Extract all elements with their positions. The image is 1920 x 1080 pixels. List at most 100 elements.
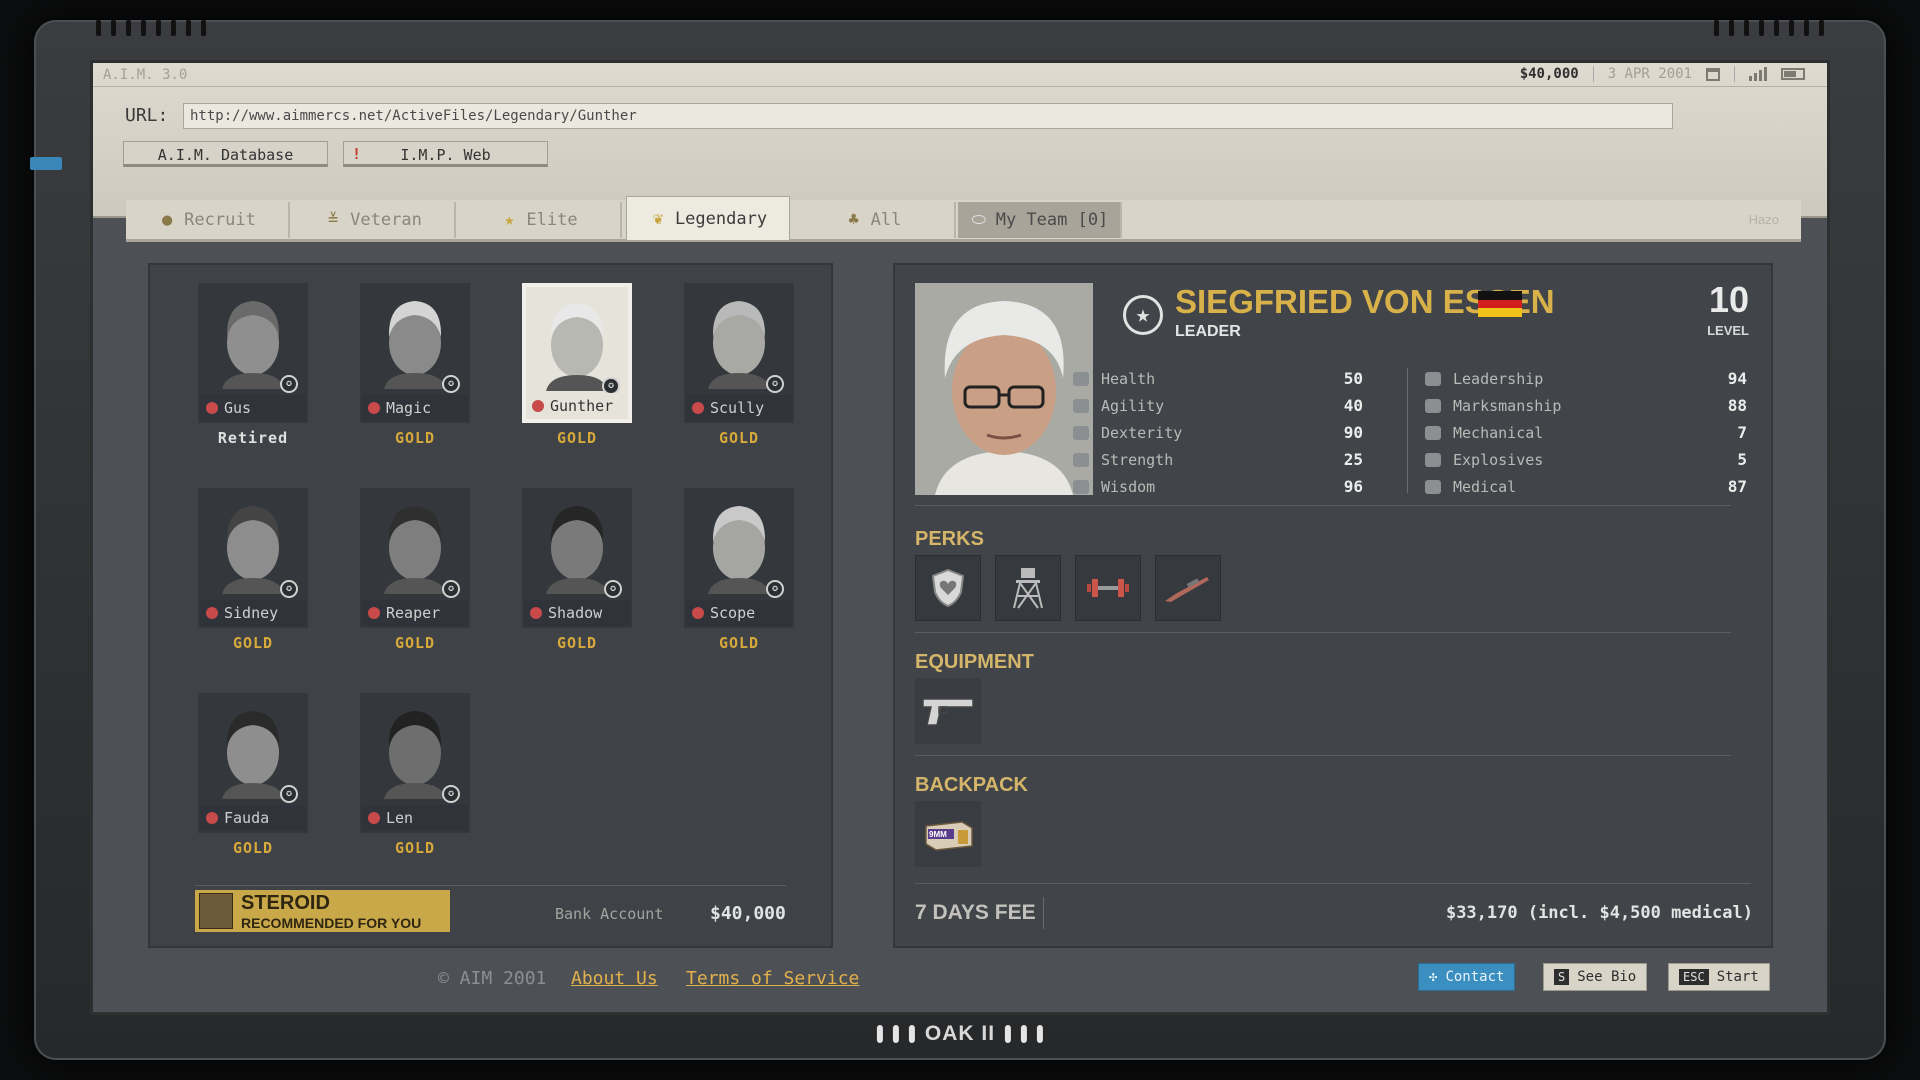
merc-nameplate: Magic <box>362 395 468 421</box>
rank-badge-icon: ✪ <box>766 580 784 598</box>
terms-link[interactable]: Terms of Service <box>686 968 859 989</box>
pill-icon: ⬭ <box>971 210 986 230</box>
merc-tier: GOLD <box>232 634 274 652</box>
helmet-icon: ● <box>162 210 173 230</box>
merc-nameplate: Reaper <box>362 600 468 626</box>
app-version: A.I.M. 3.0 <box>103 67 188 83</box>
tab-veteran[interactable]: ≚ Veteran <box>292 202 456 238</box>
merc-card-shadow[interactable]: ✪ Shadow GOLD <box>522 488 632 652</box>
ad-subtitle: RECOMMENDED FOR YOU <box>241 914 422 931</box>
merc-tier: GOLD <box>394 429 436 447</box>
merc-card-fauda[interactable]: ✪ Fauda GOLD <box>198 693 308 857</box>
merc-card-gus[interactable]: ✪ Gus Retired <box>198 283 308 447</box>
contact-icon: ✣ <box>1429 969 1438 985</box>
url-field[interactable]: http://www.aimmercs.net/ActiveFiles/Lege… <box>183 103 1673 129</box>
merc-nameplate: Gus <box>200 395 306 421</box>
equipment-title: EQUIPMENT <box>915 651 1034 673</box>
rank-badge-icon: ✪ <box>442 785 460 803</box>
merc-card-magic[interactable]: ✪ Magic GOLD <box>360 283 470 447</box>
see-bio-button[interactable]: S See Bio <box>1543 963 1648 991</box>
shield-heart-icon[interactable] <box>915 555 981 621</box>
merc-name: Scope <box>710 604 756 622</box>
contact-button[interactable]: ✣ Contact <box>1418 963 1516 991</box>
tab-all-label: All <box>870 210 902 230</box>
stat-label: Explosives <box>1453 450 1544 469</box>
merc-level-label: LEVEL <box>1707 323 1749 338</box>
dumbbell-icon[interactable] <box>1075 555 1141 621</box>
stat-explosives: Explosives 5 <box>1425 446 1747 473</box>
watchtower-icon[interactable] <box>995 555 1061 621</box>
merc-card-gunther[interactable]: ✪ Gunther GOLD <box>522 283 632 447</box>
nav-tab-imp-web[interactable]: ! I.M.P. Web <box>343 141 548 167</box>
merc-card-sidney[interactable]: ✪ Sidney GOLD <box>198 488 308 652</box>
see-bio-label: See Bio <box>1577 969 1637 985</box>
backpack-title: BACKPACK <box>915 774 1028 796</box>
about-us-link[interactable]: About Us <box>571 968 658 989</box>
merc-role: LEADER <box>1175 323 1241 340</box>
merc-tier: Retired <box>217 429 289 447</box>
merc-tier: GOLD <box>556 429 598 447</box>
merc-card-scope[interactable]: ✪ Scope GOLD <box>684 488 794 652</box>
rank-badge-icon: ✪ <box>442 375 460 393</box>
tab-all[interactable]: ♣ All <box>792 202 956 238</box>
footer: © AIM 2001 About Us Terms of Service ✣ Co… <box>93 958 1827 998</box>
steroid-ad-banner[interactable]: STEROID RECOMMENDED FOR YOU <box>195 890 450 932</box>
wisdom-icon <box>1073 479 1089 494</box>
calendar-icon <box>1706 67 1720 81</box>
merc-nameplate: Gunther <box>526 393 628 419</box>
start-button[interactable]: ESC Start <box>1668 963 1770 991</box>
medical-icon <box>1425 479 1441 494</box>
tab-legendary[interactable]: ❦ Legendary <box>626 196 790 240</box>
tab-my-team-label: My Team [0] <box>995 210 1109 230</box>
tab-my-team[interactable]: ⬭ My Team [0] <box>958 202 1122 238</box>
stat-label: Mechanical <box>1453 423 1544 442</box>
nav-tab-aim-database[interactable]: A.I.M. Database <box>123 141 328 167</box>
merc-card-scully[interactable]: ✪ Scully GOLD <box>684 283 794 447</box>
stat-value: 5 <box>1737 450 1747 469</box>
pistol-icon[interactable] <box>915 678 981 744</box>
merc-card-reaper[interactable]: ✪ Reaper GOLD <box>360 488 470 652</box>
ammo-box-9mm-icon[interactable]: 9MM <box>915 801 981 867</box>
mechanical-icon <box>1425 425 1441 440</box>
stat-value: 88 <box>1727 396 1747 415</box>
merc-nameplate: Len <box>362 805 468 831</box>
stat-label: Dexterity <box>1101 423 1183 442</box>
stat-label: Medical <box>1453 477 1517 496</box>
merc-detail-panel: ★ SIEGFRIED VON ESSEN LEADER 10 LEVEL He… <box>893 263 1773 948</box>
stat-label: Wisdom <box>1101 477 1156 496</box>
status-dot-icon <box>206 607 218 619</box>
merc-tier: GOLD <box>232 839 274 857</box>
hazo-watermark: Hazo <box>1748 212 1779 227</box>
merc-portrait: ✪ Scully <box>684 283 794 423</box>
legendary-star-icon: ★ <box>1123 295 1163 335</box>
merc-card-len[interactable]: ✪ Len GOLD <box>360 693 470 857</box>
rifle-icon[interactable] <box>1155 555 1221 621</box>
tab-elite-label: Elite <box>526 210 578 230</box>
strength-icon <box>1073 452 1089 467</box>
rank-badge-icon: ✪ <box>280 785 298 803</box>
status-dot-icon <box>532 400 544 412</box>
stat-label: Health <box>1101 369 1156 388</box>
merc-name: Len <box>386 809 414 827</box>
merc-grid-panel: ✪ Gus Retired ✪ Magic GOLD ✪ Gunther GOLD ✪ Scully… <box>148 263 833 948</box>
tab-elite[interactable]: ★ Elite <box>458 202 622 238</box>
start-key: ESC <box>1679 969 1709 985</box>
stat-agility: Agility 40 <box>1073 392 1363 419</box>
merc-name: Sidney <box>224 604 279 622</box>
merc-nameplate: Sidney <box>200 600 306 626</box>
merc-portrait: ✪ Fauda <box>198 693 308 833</box>
stat-wisdom: Wisdom 96 <box>1073 473 1363 500</box>
leadership-icon <box>1425 371 1441 386</box>
merc-level-value: 10 <box>1708 279 1749 320</box>
stat-label: Leadership <box>1453 369 1544 388</box>
warning-mark: ! <box>352 145 362 163</box>
rank-badge-icon: ✪ <box>280 580 298 598</box>
url-label: URL: <box>125 105 169 126</box>
fee-title: 7 DAYS FEE <box>915 901 1036 924</box>
merc-nameplate: Shadow <box>524 600 630 626</box>
tab-recruit[interactable]: ● Recruit <box>126 202 290 238</box>
merc-name: Gus <box>224 399 252 417</box>
agility-icon <box>1073 398 1089 413</box>
merc-name: Gunther <box>550 397 614 415</box>
copyright: © AIM 2001 <box>438 968 547 989</box>
